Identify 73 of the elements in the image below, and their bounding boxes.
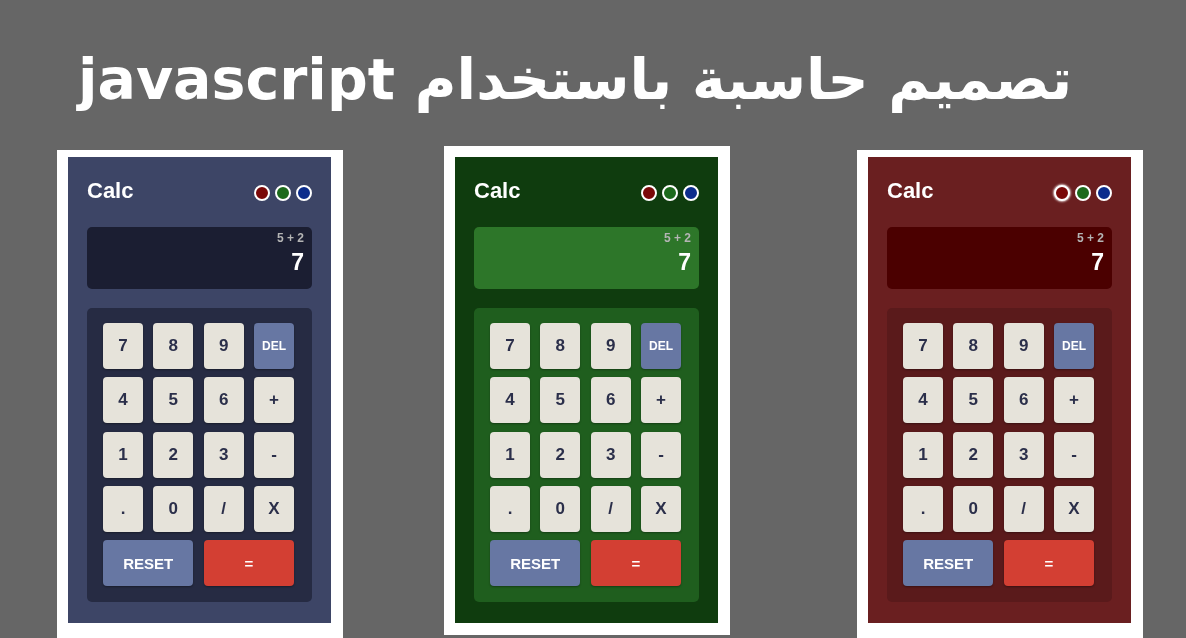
- digit-button[interactable]: 1: [103, 431, 143, 478]
- operator-button[interactable]: +: [1054, 377, 1094, 424]
- digit-button[interactable]: 9: [1003, 323, 1044, 369]
- digit-button[interactable]: 4: [103, 377, 143, 424]
- digit-button[interactable]: 4: [903, 377, 943, 424]
- result-text: 7: [291, 248, 304, 276]
- operator-button[interactable]: /: [203, 485, 244, 532]
- digit-button[interactable]: 8: [953, 323, 994, 369]
- expression-text: 5 + 2: [663, 231, 691, 245]
- digit-button[interactable]: 6: [203, 377, 244, 424]
- digit-button[interactable]: 5: [540, 377, 581, 424]
- theme-dot-icon[interactable]: [254, 185, 270, 201]
- expression-text: 5 + 2: [1076, 231, 1104, 245]
- app-title: Calc: [887, 178, 934, 204]
- app-title: Calc: [474, 178, 521, 204]
- digit-button[interactable]: 3: [590, 431, 631, 478]
- digit-button[interactable]: 7: [103, 323, 143, 369]
- theme-dot-icon[interactable]: [641, 185, 657, 201]
- digit-button[interactable]: 1: [490, 431, 530, 478]
- reset-button[interactable]: RESET: [490, 540, 581, 586]
- digit-button[interactable]: 4: [490, 377, 530, 424]
- digit-button[interactable]: 6: [590, 377, 631, 424]
- operator-button[interactable]: -: [1054, 431, 1094, 478]
- operator-button[interactable]: /: [1003, 485, 1044, 532]
- app-title: Calc: [87, 178, 134, 204]
- digit-button[interactable]: 8: [540, 323, 581, 369]
- operator-button[interactable]: /: [590, 485, 631, 532]
- digit-button[interactable]: 5: [953, 377, 994, 424]
- theme-dot-icon[interactable]: [1054, 185, 1070, 201]
- digit-button[interactable]: 5: [153, 377, 194, 424]
- digit-button[interactable]: 9: [203, 323, 244, 369]
- digit-button[interactable]: .: [490, 485, 530, 532]
- result-text: 7: [678, 248, 691, 276]
- digit-button[interactable]: 0: [540, 485, 581, 532]
- digit-button[interactable]: 1: [903, 431, 943, 478]
- operator-button[interactable]: X: [1054, 485, 1094, 532]
- digit-button[interactable]: 0: [953, 485, 994, 532]
- theme-dot-icon[interactable]: [275, 185, 291, 201]
- expression-text: 5 + 2: [276, 231, 304, 245]
- digit-button[interactable]: 3: [203, 431, 244, 478]
- reset-button[interactable]: RESET: [103, 540, 194, 586]
- theme-dot-icon[interactable]: [683, 185, 699, 201]
- operator-button[interactable]: +: [641, 377, 681, 424]
- equals-button[interactable]: =: [203, 540, 294, 586]
- delete-button[interactable]: DEL: [254, 323, 294, 369]
- result-text: 7: [1091, 248, 1104, 276]
- digit-button[interactable]: 2: [153, 431, 194, 478]
- operator-button[interactable]: X: [254, 485, 294, 532]
- operator-button[interactable]: X: [641, 485, 681, 532]
- digit-button[interactable]: 8: [153, 323, 194, 369]
- digit-button[interactable]: 7: [903, 323, 943, 369]
- operator-button[interactable]: -: [641, 431, 681, 478]
- equals-button[interactable]: =: [590, 540, 681, 586]
- equals-button[interactable]: =: [1003, 540, 1094, 586]
- digit-button[interactable]: 6: [1003, 377, 1044, 424]
- theme-dot-icon[interactable]: [1096, 185, 1112, 201]
- digit-button[interactable]: 0: [153, 485, 194, 532]
- digit-button[interactable]: 2: [540, 431, 581, 478]
- digit-button[interactable]: .: [103, 485, 143, 532]
- delete-button[interactable]: DEL: [1054, 323, 1094, 369]
- digit-button[interactable]: 7: [490, 323, 530, 369]
- page-title: تصميم حاسبة باستخدام javascript: [77, 44, 1073, 114]
- theme-dot-icon[interactable]: [662, 185, 678, 201]
- reset-button[interactable]: RESET: [903, 540, 994, 586]
- digit-button[interactable]: 2: [953, 431, 994, 478]
- digit-button[interactable]: 9: [590, 323, 631, 369]
- theme-dot-icon[interactable]: [296, 185, 312, 201]
- operator-button[interactable]: +: [254, 377, 294, 424]
- theme-dot-icon[interactable]: [1075, 185, 1091, 201]
- operator-button[interactable]: -: [254, 431, 294, 478]
- digit-button[interactable]: .: [903, 485, 943, 532]
- digit-button[interactable]: 3: [1003, 431, 1044, 478]
- delete-button[interactable]: DEL: [641, 323, 681, 369]
